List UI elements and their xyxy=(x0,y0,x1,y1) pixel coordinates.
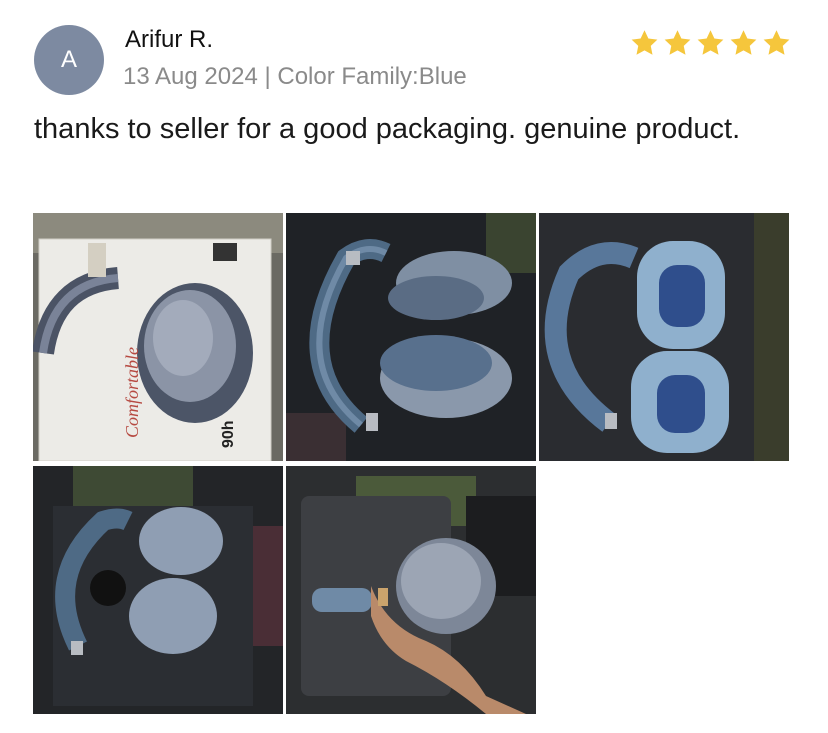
reviewer-avatar: A xyxy=(34,25,104,95)
ear-cushion-photo-icon xyxy=(539,213,789,461)
hand-holding-headphone-photo-icon xyxy=(286,466,536,714)
review-meta: 13 Aug 2024 | Color Family:Blue xyxy=(123,63,467,90)
photo-headphones-in-hand[interactable] xyxy=(286,466,536,714)
star-rating xyxy=(629,28,792,58)
headphone-box-photo-icon: Comfortable 90h xyxy=(33,213,283,461)
star-icon xyxy=(730,30,757,55)
star-icon xyxy=(763,30,790,55)
star-icon xyxy=(664,30,691,55)
star-icon xyxy=(631,30,658,55)
reviewer-name: Arifur R. xyxy=(125,26,214,53)
photo-headphones-top[interactable] xyxy=(286,213,536,461)
review-text: thanks to seller for a good packaging. g… xyxy=(34,113,741,145)
photo-box[interactable]: Comfortable 90h xyxy=(33,213,283,461)
headphone-photo-icon xyxy=(286,213,536,461)
box-hours-text: 90h xyxy=(220,420,237,448)
avatar-initial: A xyxy=(60,46,77,73)
star-icon xyxy=(697,30,724,55)
photo-headphones-folded[interactable] xyxy=(33,466,283,714)
box-brand-text: Comfortable xyxy=(122,347,142,438)
headphone-photo-icon xyxy=(33,466,283,714)
photo-ear-cushions[interactable] xyxy=(539,213,789,461)
